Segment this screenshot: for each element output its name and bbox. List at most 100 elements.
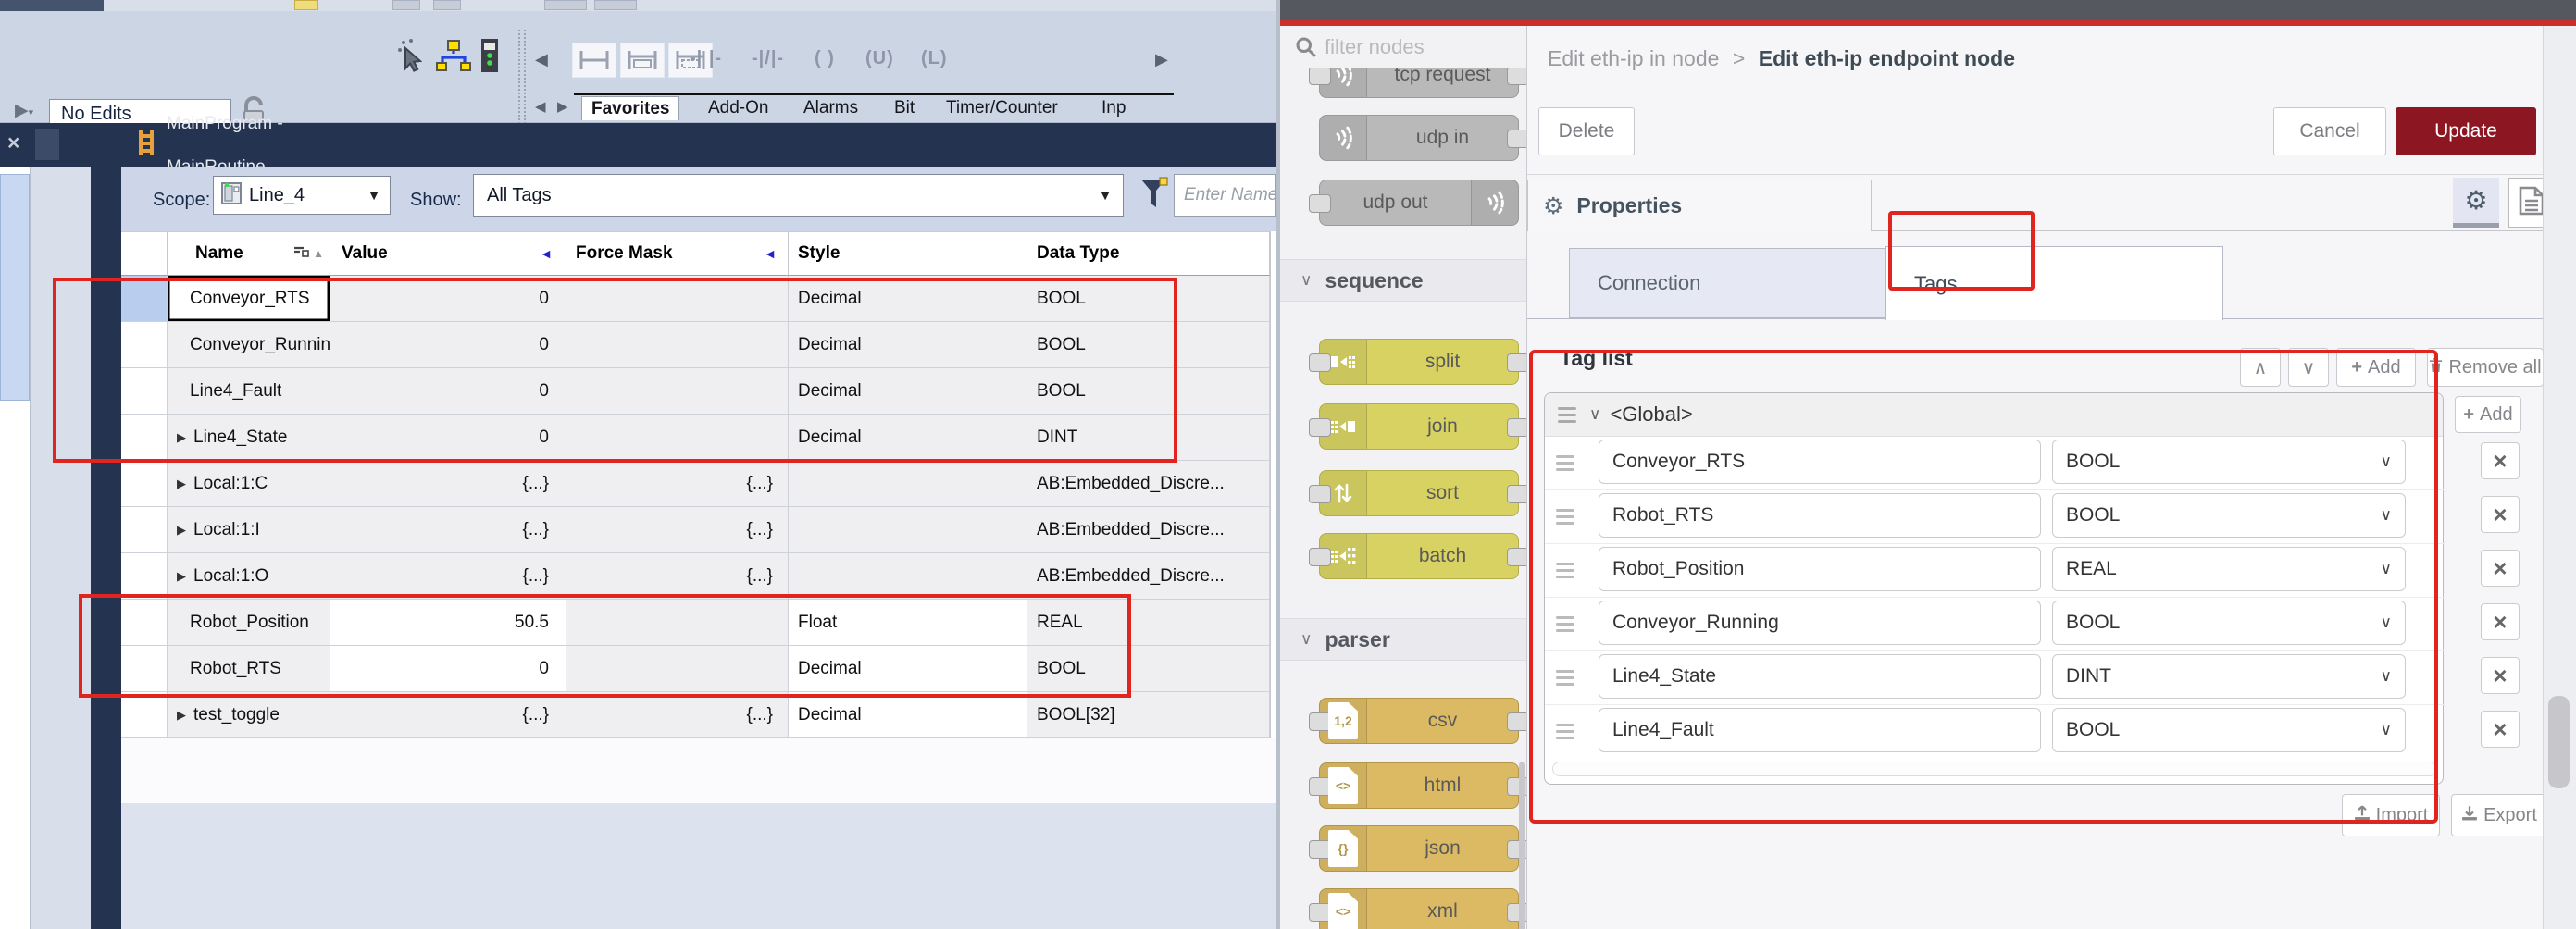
tab-main-routine[interactable]: MainProgram - MainRoutine	[118, 123, 368, 167]
close-pane-icon[interactable]: ×	[7, 130, 19, 155]
cancel-button[interactable]: Cancel	[2273, 107, 2386, 155]
tab-alarms[interactable]: Alarms	[803, 96, 858, 120]
chevron-down-icon[interactable]: ▼	[1099, 188, 1112, 203]
column-data-type[interactable]: Data Type	[1027, 232, 1270, 276]
column-value[interactable]: Value ◄	[330, 232, 566, 276]
tag-style-cell[interactable]	[789, 553, 1027, 600]
scroll-left-icon[interactable]: ◀	[535, 50, 548, 69]
row-selector[interactable]	[121, 461, 168, 507]
tag-style-cell[interactable]: Decimal	[789, 692, 1027, 738]
scroll-right-icon[interactable]: ▶	[1155, 50, 1168, 69]
tag-name-cell[interactable]: ▶test_toggle	[168, 692, 330, 738]
palette-node-udp-out[interactable]: udp out	[1319, 180, 1519, 226]
tag-type-cell[interactable]: AB:Embedded_Discre...	[1027, 461, 1270, 507]
delete-tag-button[interactable]: ×	[2481, 496, 2520, 533]
tag-value-cell[interactable]: {...}	[330, 553, 566, 600]
row-selector[interactable]	[121, 507, 168, 553]
xio-contact-icon[interactable]: -|/|-	[752, 48, 784, 69]
tag-name-cell[interactable]: ▶Local:1:C	[168, 461, 330, 507]
tag-value-cell[interactable]: {...}	[330, 461, 566, 507]
tag-type-cell[interactable]: AB:Embedded_Discre...	[1027, 507, 1270, 553]
rung-dropdown-icon[interactable]: ▶▾	[15, 100, 33, 121]
column-style[interactable]: Style	[789, 232, 1027, 276]
palette-node-xml[interactable]: <> xml	[1319, 888, 1519, 929]
palette-node-join[interactable]: join	[1319, 403, 1519, 450]
network-waves-icon	[1471, 180, 1518, 225]
tag-type-cell[interactable]: AB:Embedded_Discre...	[1027, 553, 1270, 600]
chevron-down-icon[interactable]: ▼	[367, 188, 380, 203]
otl-coil-icon[interactable]: (L)	[921, 48, 948, 69]
filter-funnel-icon[interactable]	[1138, 176, 1169, 217]
tag-force-cell[interactable]: {...}	[566, 692, 789, 738]
x-icon: ×	[2493, 554, 2507, 583]
column-name[interactable]: Name ▲	[168, 232, 330, 276]
sort-indicator-icon[interactable]: ▲	[294, 246, 324, 261]
palette-node-csv[interactable]: 1,2 csv	[1319, 698, 1519, 744]
tag-name-cell[interactable]: ▶Local:1:I	[168, 507, 330, 553]
palette-node-sort[interactable]: sort	[1319, 470, 1519, 516]
palette-node-split[interactable]: split	[1319, 339, 1519, 385]
branch-icon[interactable]	[620, 43, 665, 78]
palette-node-batch[interactable]: batch	[1319, 533, 1519, 579]
remove-all-button[interactable]: Remove all	[2427, 348, 2544, 387]
expand-icon[interactable]: ▶	[177, 477, 186, 491]
export-button[interactable]: Export	[2451, 794, 2547, 836]
tabs-scroll-right-icon[interactable]: ▶	[557, 98, 568, 115]
delete-tag-button[interactable]: ×	[2481, 442, 2520, 479]
palette-node-html[interactable]: <> html	[1319, 762, 1519, 809]
expand-icon[interactable]: ▶	[177, 569, 186, 584]
select-pointer-icon[interactable]	[396, 37, 428, 79]
tabs-scroll-left-icon[interactable]: ◀	[535, 98, 546, 115]
tab-favorites[interactable]: Favorites	[581, 96, 679, 120]
ote-coil-icon[interactable]: ( )	[815, 48, 835, 69]
delete-button[interactable]: Delete	[1538, 107, 1635, 155]
tag-force-cell[interactable]: {...}	[566, 553, 789, 600]
palette-category-parser[interactable]: ∨ parser	[1280, 618, 1527, 661]
tag-force-cell[interactable]: {...}	[566, 461, 789, 507]
delete-tag-button[interactable]: ×	[2481, 603, 2520, 640]
group-add-button[interactable]: +Add	[2455, 396, 2521, 433]
row-selector[interactable]	[121, 553, 168, 600]
panel-scrollbar-track[interactable]	[2543, 26, 2576, 929]
breadcrumb-parent[interactable]: Edit eth-ip in node	[1548, 46, 1719, 70]
tab-properties[interactable]: ⚙ Properties	[1527, 180, 1872, 231]
tag-value-cell[interactable]: {...}	[330, 507, 566, 553]
tag-force-cell[interactable]: {...}	[566, 507, 789, 553]
row-selector[interactable]	[121, 692, 168, 738]
palette-node-json[interactable]: {} json	[1319, 825, 1519, 872]
collapsed-panel-block[interactable]	[0, 174, 30, 401]
expand-icon[interactable]: ▶	[177, 523, 186, 538]
chevron-down-icon: ∨	[1300, 271, 1312, 290]
delete-tag-button[interactable]: ×	[2481, 657, 2520, 694]
tag-value-cell[interactable]: {...}	[330, 692, 566, 738]
new-rung-icon[interactable]	[572, 43, 616, 78]
tab-input-truncated[interactable]: Inp	[1101, 96, 1126, 120]
update-button[interactable]: Update	[2396, 107, 2536, 155]
name-filter-field[interactable]: Enter Name Filt	[1174, 174, 1276, 217]
expand-icon[interactable]: ▶	[177, 708, 186, 723]
properties-view-button[interactable]: ⚙	[2453, 178, 2499, 228]
column-force-mask[interactable]: Force Mask ◄	[566, 232, 789, 276]
panel-scrollbar-thumb[interactable]	[2548, 696, 2570, 788]
palette-scrollbar[interactable]	[1519, 762, 1525, 929]
palette-node-udp-in[interactable]: udp in	[1319, 115, 1519, 161]
tab-add-on[interactable]: Add-On	[708, 96, 768, 120]
tag-name-cell[interactable]: ▶Local:1:O	[168, 553, 330, 600]
tab-timer-counter[interactable]: Timer/Counter	[946, 96, 1058, 120]
xic-contact-icon[interactable]: -| |-	[690, 48, 722, 69]
search-icon	[1295, 36, 1317, 63]
palette-search[interactable]: filter nodes	[1280, 26, 1527, 68]
tab-connection[interactable]: Connection	[1569, 248, 1885, 318]
scope-dropdown[interactable]: Line_4 ▼	[213, 176, 391, 215]
controller-device-icon[interactable]	[479, 37, 500, 79]
otu-coil-icon[interactable]: (U)	[865, 48, 894, 69]
network-browse-icon[interactable]	[435, 39, 472, 77]
delete-tag-button[interactable]: ×	[2481, 711, 2520, 748]
show-dropdown[interactable]: All Tags ▼	[473, 174, 1124, 217]
tag-type-cell[interactable]: BOOL[32]	[1027, 692, 1270, 738]
tab-bit[interactable]: Bit	[894, 96, 915, 120]
palette-category-sequence[interactable]: ∨ sequence	[1280, 259, 1527, 302]
tag-style-cell[interactable]	[789, 507, 1027, 553]
tag-style-cell[interactable]	[789, 461, 1027, 507]
delete-tag-button[interactable]: ×	[2481, 550, 2520, 587]
